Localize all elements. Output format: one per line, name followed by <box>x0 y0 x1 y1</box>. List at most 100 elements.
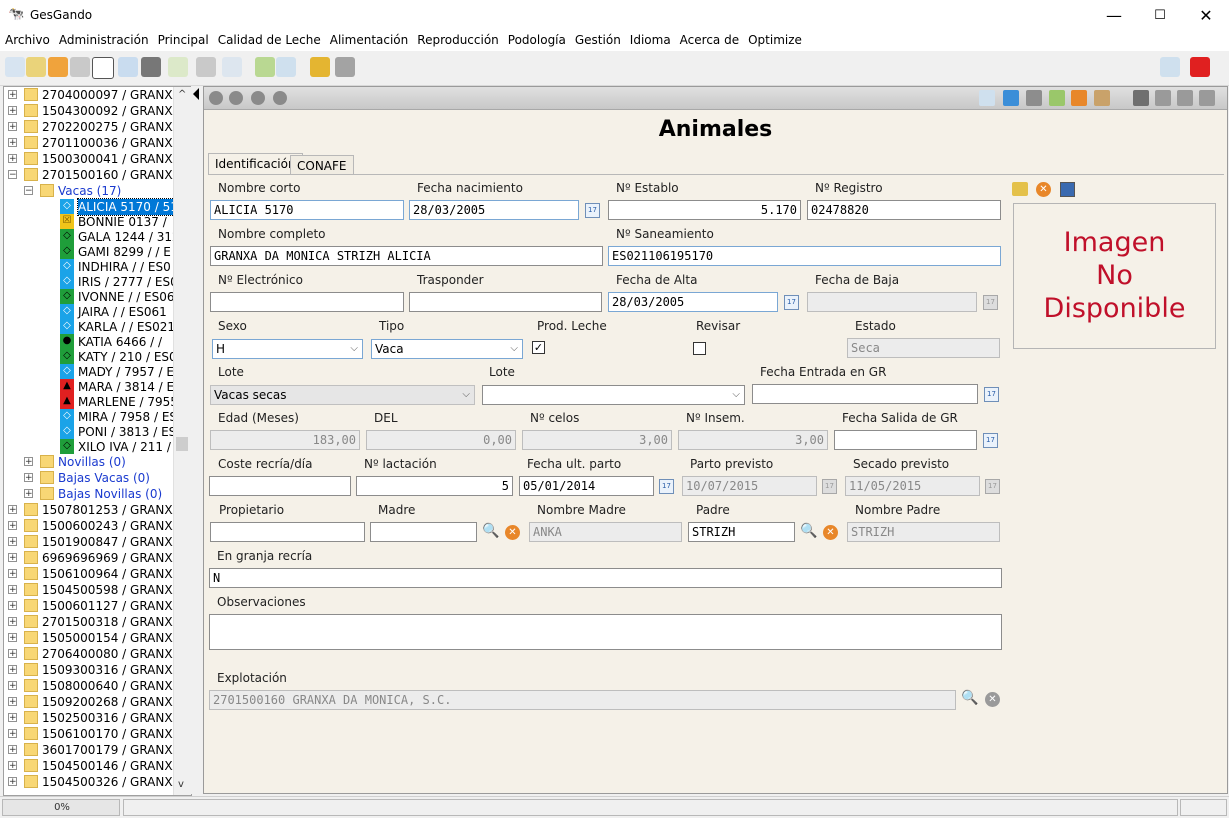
tab-identificacion[interactable]: Identificación <box>208 153 303 175</box>
expand-icon[interactable]: + <box>8 505 17 515</box>
tree-item-farm[interactable]: +1505000154 / GRANXA <box>4 630 181 646</box>
calendar-icon[interactable]: 17 <box>983 433 998 448</box>
observaciones-field[interactable] <box>209 614 1002 650</box>
photo-search-icon[interactable] <box>1012 182 1028 196</box>
menu-administracion[interactable]: Administración <box>54 31 153 47</box>
tree-item-farm[interactable]: +1504300092 / GRANXA <box>4 103 181 119</box>
tree-item-cow[interactable]: ▲ MARA / 3814 / E <box>4 379 174 395</box>
syringe-icon[interactable] <box>70 57 90 77</box>
clear-icon[interactable]: ✕ <box>505 525 520 540</box>
expand-icon[interactable]: + <box>8 681 17 691</box>
lock-icon[interactable] <box>310 57 330 77</box>
fecha-alta-field[interactable]: 28/03/2005 <box>608 292 778 312</box>
n-saneamiento-field[interactable]: ES021106195170 <box>608 246 1001 266</box>
n-electronico-field[interactable] <box>210 292 404 312</box>
export-icon[interactable] <box>1177 90 1193 106</box>
search-icon[interactable]: 🔍 <box>482 523 499 539</box>
tools-icon[interactable] <box>196 57 216 77</box>
save-icon[interactable] <box>1155 90 1171 106</box>
expand-icon[interactable]: + <box>8 106 17 116</box>
calendar-icon[interactable]: 17 <box>984 387 999 402</box>
tree-item-farm[interactable]: +1508000640 / GRANXA <box>4 678 181 694</box>
expand-icon[interactable]: + <box>8 122 17 132</box>
tab-conafe[interactable]: CONAFE <box>290 155 354 174</box>
tree-item-cow[interactable]: ◇ KATY / 210 / ES0 <box>4 349 177 365</box>
tree-item-farm[interactable]: +1501900847 / GRANXA <box>4 534 181 550</box>
herd-tree[interactable]: +2704000097 / GRANXA +1504300092 / GRANXA… <box>3 86 192 796</box>
calculator-icon[interactable] <box>92 57 114 79</box>
menu-podologia[interactable]: Podología <box>503 31 570 47</box>
expand-icon[interactable]: + <box>8 665 17 675</box>
table-icon[interactable] <box>222 57 242 77</box>
menu-alimentacion[interactable]: Alimentación <box>325 31 413 47</box>
tree-item-cow[interactable]: ◇ PONI / 3813 / ES <box>4 424 176 440</box>
expand-icon[interactable]: + <box>8 761 17 771</box>
expand-icon[interactable]: + <box>8 777 17 787</box>
menu-principal[interactable]: Principal <box>153 31 213 47</box>
tree-item-cow[interactable]: ◇ XILO IVA / 211 / <box>4 439 172 455</box>
calendar-icon[interactable]: 17 <box>585 203 600 218</box>
nav-next-button[interactable] <box>251 91 265 105</box>
splitter[interactable] <box>191 86 202 794</box>
tree-item-farm[interactable]: +1506100964 / GRANXA <box>4 566 181 582</box>
scroll-thumb[interactable] <box>176 437 188 451</box>
collapse-icon[interactable]: − <box>8 170 17 180</box>
tree-item-farm[interactable]: +1504500598 / GRANXA <box>4 582 181 598</box>
expand-icon[interactable]: + <box>8 553 17 563</box>
tree-item-cow[interactable]: ◇ GAMI 8299 / / E <box>4 244 172 260</box>
menu-idioma[interactable]: Idioma <box>625 31 675 47</box>
herd-icon[interactable] <box>141 57 161 77</box>
padre-field[interactable]: STRIZH <box>688 522 795 542</box>
prod-leche-checkbox[interactable]: ✓ <box>532 341 545 354</box>
expand-icon[interactable]: + <box>8 569 17 579</box>
tree-item-farm[interactable]: +1500300041 / GRANXA <box>4 151 181 167</box>
tree-item-farm[interactable]: +2701500318 / GRANXA <box>4 614 181 630</box>
expand-icon[interactable]: + <box>8 154 17 164</box>
menu-acerca-de[interactable]: Acerca de <box>675 31 743 47</box>
clear-icon[interactable]: ✕ <box>823 525 838 540</box>
expand-icon[interactable]: + <box>24 489 33 499</box>
delete-icon[interactable] <box>1199 90 1215 106</box>
tree-item-farm[interactable]: +2701100036 / GRANXA <box>4 135 181 151</box>
expand-icon[interactable]: + <box>8 745 17 755</box>
collapse-arrow-icon[interactable] <box>193 88 199 100</box>
menu-gestion[interactable]: Gestión <box>570 31 625 47</box>
notes-icon[interactable] <box>979 90 995 106</box>
n-registro-field[interactable]: 02478820 <box>807 200 1001 220</box>
brush-icon[interactable] <box>1094 90 1110 106</box>
tree-item-cow[interactable]: ◇ KARLA / / ES021 <box>4 319 175 335</box>
calendar-icon[interactable]: 17 <box>784 295 799 310</box>
trasponder-field[interactable] <box>409 292 602 312</box>
scroll-down-icon[interactable]: v <box>178 779 184 790</box>
tree-item-farm[interactable]: +1500600243 / GRANXA <box>4 518 181 534</box>
tree-item-farm[interactable]: +6969696969 / GRANXA <box>4 550 181 566</box>
tree-item-subfolder[interactable]: + Bajas Novillas (0) <box>4 486 172 502</box>
expand-icon[interactable]: + <box>8 90 17 100</box>
tree-item-cow[interactable]: ◇ IRIS / 2777 / ES0 <box>4 274 178 290</box>
photo-clear-icon[interactable]: ✕ <box>1036 182 1051 197</box>
tree-item-cow[interactable]: ◇ INDHIRA / / ES0 <box>4 259 172 275</box>
print-icon[interactable] <box>1026 90 1042 106</box>
tree-item-cow[interactable]: ☒ BONNIE 0137 / <box>4 214 172 230</box>
nav-prev-button[interactable] <box>229 91 243 105</box>
notes-icon[interactable] <box>168 57 188 77</box>
tree-item-cow[interactable]: ◇ GALA 1244 / 312 <box>4 229 180 245</box>
menu-calidad-leche[interactable]: Calidad de Leche <box>213 31 325 47</box>
tree-item-farm[interactable]: +2702200275 / GRANXA <box>4 119 181 135</box>
n-establo-field[interactable]: 5.170 <box>608 200 801 220</box>
en-granja-recria-field[interactable]: N <box>209 568 1002 588</box>
orange-box-icon[interactable] <box>48 57 68 77</box>
tree-scrollbar[interactable]: ^ v <box>173 87 191 795</box>
collapse-icon[interactable]: − <box>24 186 33 196</box>
check-icon[interactable] <box>1049 90 1065 106</box>
n-lactacion-field[interactable]: 5 <box>356 476 513 496</box>
home-icon[interactable] <box>26 57 46 77</box>
madre-field[interactable] <box>370 522 477 542</box>
expand-icon[interactable]: + <box>8 729 17 739</box>
refresh-icon[interactable] <box>1071 90 1087 106</box>
expand-icon[interactable]: + <box>8 138 17 148</box>
menu-archivo[interactable]: Archivo <box>0 31 54 47</box>
tree-item-cow[interactable]: ◇ JAIRA / / ES061 <box>4 304 172 320</box>
expand-icon[interactable]: + <box>8 617 17 627</box>
menu-reproduccion[interactable]: Reproducción <box>412 31 503 47</box>
